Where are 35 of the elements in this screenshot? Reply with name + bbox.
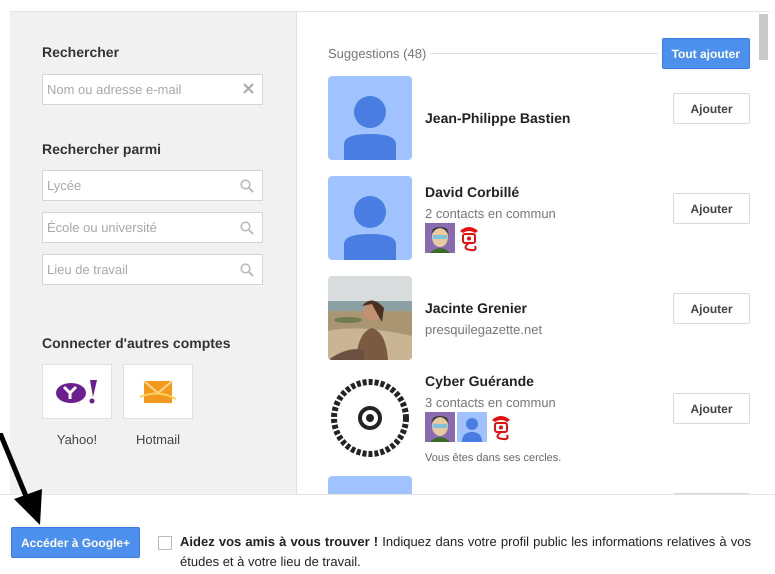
checkbox[interactable] [158,536,172,550]
contact-note: Vous êtes dans ses cercles. [425,452,562,464]
suggestions-title: Suggestions (48) [328,46,426,61]
search-icon[interactable] [240,221,254,235]
logo-icon [55,378,99,404]
contact-name[interactable]: Jean-Philippe Bastien [425,110,673,126]
search-icon[interactable] [240,179,254,193]
search-field[interactable]: Lycée [42,170,263,201]
add-button[interactable]: Ajouter [673,193,750,224]
help-text: Aidez vos amis à vous trouver ! Indiquez dans votre profil public les informations relatives à vos études et à votre lieu de travail. [180,533,751,571]
section-heading: Rechercher [42,44,120,62]
contact-detail: 3 contacts en commun [425,394,557,410]
section-heading: Connecter d'autres comptes [42,335,232,353]
add-button[interactable]: Ajouter [673,393,750,424]
account-tile[interactable] [42,364,112,419]
add-button[interactable]: Ajouter [673,293,750,324]
search-icon[interactable] [240,263,254,277]
contact-name[interactable]: Cyber Guérande [425,372,673,388]
section-heading: Rechercher parmi [42,141,162,159]
search-field[interactable]: École ou université [42,212,263,243]
account-label: Hotmail [136,432,180,447]
contact-name[interactable]: Jacinte Grenier [425,300,673,316]
envelope-icon [140,378,176,404]
account-tile[interactable] [123,364,193,419]
search-field[interactable]: Nom ou adresse e-mail [42,74,263,105]
account-label: Yahoo! [56,432,98,447]
close-icon[interactable] [243,83,254,94]
add-button[interactable]: Ajouter [673,93,750,124]
contact-name[interactable]: David Corbillé [425,184,673,200]
cartoon-avatar-icon[interactable] [425,222,455,252]
contact-detail: 2 contacts en commun [425,206,557,220]
scrollbar-thumb[interactable] [759,14,768,60]
contact-detail: presquilegazette.net [425,322,544,336]
search-field[interactable]: Lieu de travail [42,254,263,285]
cartoon-avatar-icon[interactable] [425,412,455,442]
